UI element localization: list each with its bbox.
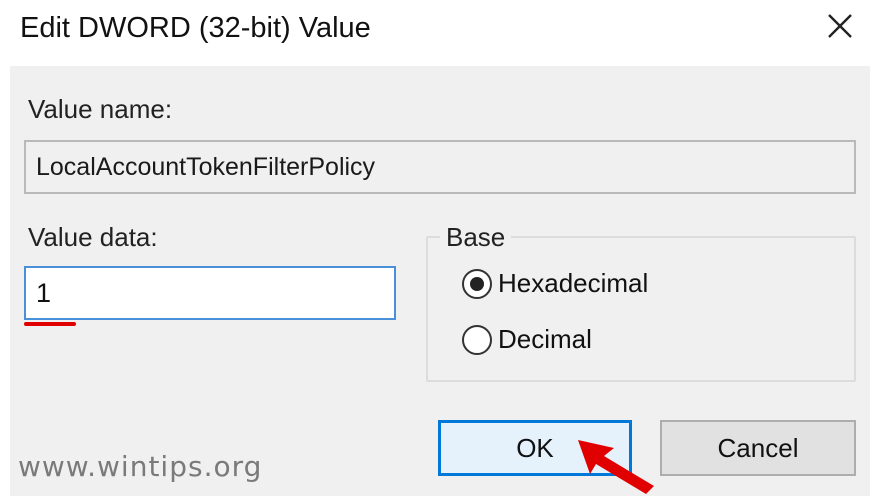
radio-button-icon <box>462 268 492 299</box>
base-groupbox <box>426 236 856 382</box>
dialog-title: Edit DWORD (32-bit) Value <box>20 12 371 44</box>
radio-hexadecimal[interactable]: Hexadecimal <box>462 268 648 299</box>
close-icon <box>828 14 852 38</box>
base-legend: Base <box>440 222 512 253</box>
radio-selected-dot <box>470 276 484 291</box>
watermark: www.wintips.org <box>18 450 263 483</box>
radio-decimal-label: Decimal <box>498 324 592 354</box>
value-name-label: Value name: <box>28 94 173 124</box>
radio-hexadecimal-label: Hexadecimal <box>498 268 649 298</box>
radio-decimal[interactable]: Decimal <box>462 324 592 355</box>
value-data-input[interactable]: 1 <box>24 266 396 320</box>
title-bar: Edit DWORD (32-bit) Value <box>0 0 870 66</box>
annotation-underline <box>24 322 76 326</box>
value-data-label: Value data: <box>28 222 158 252</box>
cancel-button[interactable]: Cancel <box>660 420 856 476</box>
close-button[interactable] <box>818 6 862 46</box>
dialog-body: Value name: LocalAccountTokenFilterPolic… <box>10 66 870 496</box>
radio-button-icon <box>462 324 492 355</box>
value-name-field: LocalAccountTokenFilterPolicy <box>24 140 856 194</box>
red-arrow-icon <box>578 440 654 494</box>
